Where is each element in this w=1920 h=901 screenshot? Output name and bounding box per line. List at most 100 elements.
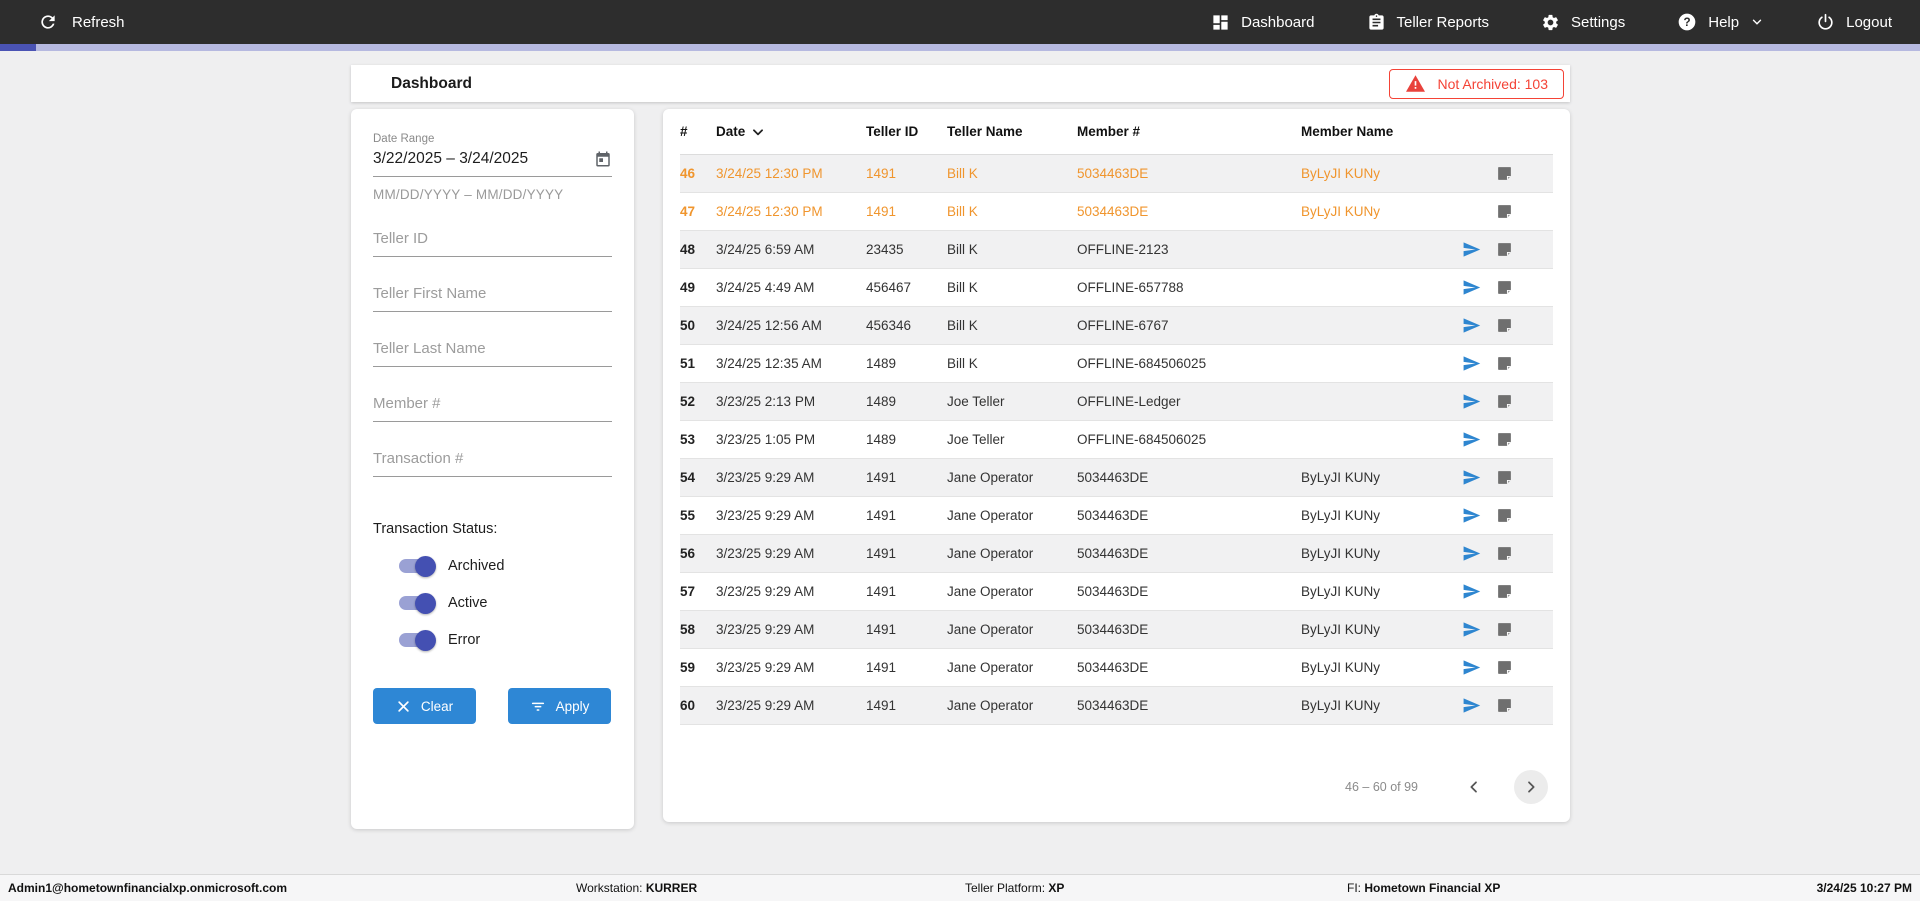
note-button[interactable] [1496,317,1513,334]
col-header-teller-id[interactable]: Teller ID [866,124,947,139]
fi-value: Hometown Financial XP [1364,881,1501,895]
note-button[interactable] [1496,469,1513,486]
col-header-date[interactable]: Date [716,124,866,139]
cell-date: 3/24/25 6:59 AM [716,242,815,257]
send-button[interactable] [1462,506,1481,525]
cell-teller-id: 1491 [866,622,897,637]
toggle-label: Archived [448,558,505,574]
col-header-date-label: Date [716,124,746,139]
cell-date: 3/24/25 12:30 PM [716,166,823,181]
cell-member-number: OFFLINE-657788 [1077,280,1184,295]
toggle-archived[interactable]: Archived [399,555,612,577]
cell-teller-name: Bill K [947,280,978,295]
send-button[interactable] [1462,278,1481,297]
send-icon [1463,546,1481,561]
send-button[interactable] [1462,354,1481,373]
table-row[interactable]: 47 3/24/25 12:30 PM 1491 Bill K 5034463DE ByL… [680,193,1553,231]
nav-item-teller-reports[interactable]: Teller Reports [1367,13,1489,32]
table-row[interactable]: 46 3/24/25 12:30 PM 1491 Bill K 5034463DE ByL… [680,155,1553,193]
note-button[interactable] [1496,165,1513,182]
send-button[interactable] [1462,658,1481,677]
input-underline [373,311,612,312]
clear-x-icon [398,700,409,712]
note-button[interactable] [1496,431,1513,448]
teller-first-name-field[interactable]: Teller First Name [373,285,612,312]
note-button[interactable] [1496,583,1513,600]
send-icon [1463,508,1481,523]
col-header-teller-name[interactable]: Teller Name [947,124,1077,139]
transaction-number-field[interactable]: Transaction # [373,450,612,477]
note-button[interactable] [1496,659,1513,676]
send-button[interactable] [1462,468,1481,487]
note-button[interactable] [1496,621,1513,638]
send-button[interactable] [1462,544,1481,563]
not-archived-badge[interactable]: Not Archived: 103 [1389,68,1564,99]
apply-button[interactable]: Apply [508,688,611,724]
send-button[interactable] [1462,240,1481,259]
table-row[interactable]: 49 3/24/25 4:49 AM 456467 Bill K OFFLINE-657… [680,269,1553,307]
table-row[interactable]: 58 3/23/25 9:29 AM 1491 Jane Operator 503446… [680,611,1553,649]
table-row[interactable]: 60 3/23/25 9:29 AM 1491 Jane Operator 503446… [680,687,1553,725]
col-header-num[interactable]: # [680,124,716,139]
table-row[interactable]: 54 3/23/25 9:29 AM 1491 Jane Operator 503446… [680,459,1553,497]
platform-value: XP [1048,881,1065,895]
cell-row-number: 50 [680,318,696,333]
send-icon [1463,242,1481,257]
clear-button[interactable]: Clear [373,688,476,724]
cell-actions [1453,392,1553,411]
note-icon [1498,357,1511,370]
nav-item-settings[interactable]: Settings [1541,13,1625,32]
note-button[interactable] [1496,697,1513,714]
next-page-button[interactable] [1514,770,1548,804]
toggle-switch[interactable] [399,555,436,577]
table-row[interactable]: 50 3/24/25 12:56 AM 456346 Bill K OFFLINE-67… [680,307,1553,345]
note-icon [1498,471,1511,484]
toggle-switch[interactable] [399,629,436,651]
note-button[interactable] [1496,203,1513,220]
note-button[interactable] [1496,393,1513,410]
footer-datetime: 3/24/25 10:27 PM [1816,881,1912,895]
note-icon [1498,319,1511,332]
teller-last-name-field[interactable]: Teller Last Name [373,340,612,367]
note-button[interactable] [1496,279,1513,296]
col-header-member-num[interactable]: Member # [1077,124,1301,139]
date-range-input[interactable]: 3/22/2025 – 3/24/2025 [373,150,594,168]
toggle-active[interactable]: Active [399,592,612,614]
previous-page-button[interactable] [1460,773,1488,801]
note-button[interactable] [1496,507,1513,524]
table-row[interactable]: 51 3/24/25 12:35 AM 1489 Bill K OFFLINE-6845… [680,345,1553,383]
nav-item-logout[interactable]: Logout [1816,13,1892,32]
table-row[interactable]: 59 3/23/25 9:29 AM 1491 Jane Operator 503446… [680,649,1553,687]
calendar-button[interactable] [594,150,612,168]
cell-member-number: OFFLINE-Ledger [1077,394,1181,409]
send-button[interactable] [1462,316,1481,335]
send-button[interactable] [1462,430,1481,449]
table-row[interactable]: 55 3/23/25 9:29 AM 1491 Jane Operator 503446… [680,497,1553,535]
toggle-switch[interactable] [399,592,436,614]
send-button[interactable] [1462,620,1481,639]
top-navbar: Refresh Dashboard Teller Reports Setting… [0,0,1920,44]
nav-item-dashboard[interactable]: Dashboard [1211,13,1315,32]
cell-row-number: 52 [680,394,696,409]
note-button[interactable] [1496,355,1513,372]
send-button[interactable] [1462,696,1481,715]
toggle-error[interactable]: Error [399,629,612,651]
member-number-field[interactable]: Member # [373,395,612,422]
col-header-member-name[interactable]: Member Name [1301,124,1453,139]
send-button[interactable] [1462,392,1481,411]
table-row[interactable]: 56 3/23/25 9:29 AM 1491 Jane Operator 503446… [680,535,1553,573]
table-row[interactable]: 53 3/23/25 1:05 PM 1489 Joe Teller OFFLINE-6… [680,421,1553,459]
cell-member-name: ByLyJI KUNy [1301,204,1381,219]
cell-actions [1453,506,1553,525]
refresh-button[interactable]: Refresh [38,12,125,32]
table-row[interactable]: 57 3/23/25 9:29 AM 1491 Jane Operator 503446… [680,573,1553,611]
note-icon [1498,509,1511,522]
table-row[interactable]: 52 3/23/25 2:13 PM 1489 Joe Teller OFFLINE-L… [680,383,1553,421]
send-button[interactable] [1462,582,1481,601]
cell-teller-name: Jane Operator [947,508,1034,523]
nav-item-help[interactable]: ? Help [1677,12,1764,32]
note-button[interactable] [1496,545,1513,562]
table-row[interactable]: 48 3/24/25 6:59 AM 23435 Bill K OFFLINE-2123 [680,231,1553,269]
teller-id-field[interactable]: Teller ID [373,230,612,257]
note-button[interactable] [1496,241,1513,258]
